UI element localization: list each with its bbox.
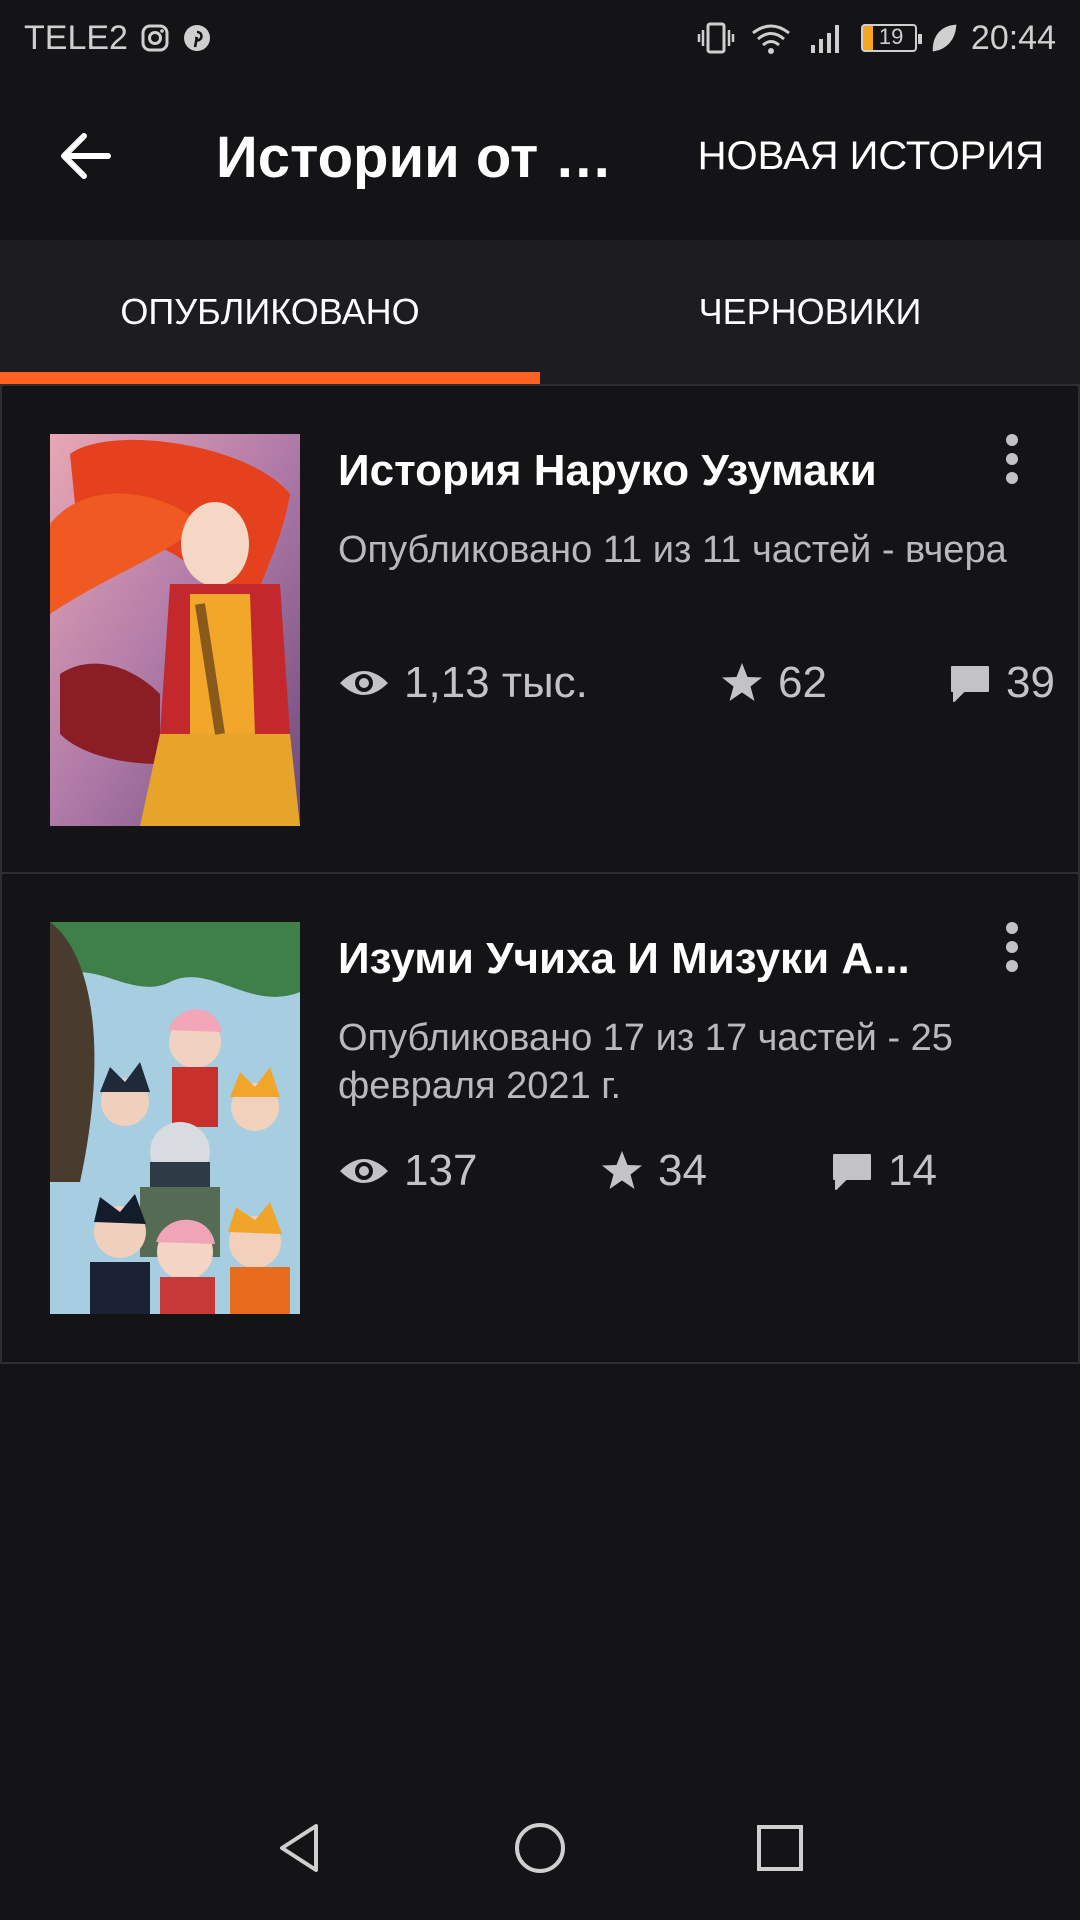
nav-back-button[interactable] xyxy=(270,1818,330,1883)
wifi-icon xyxy=(749,21,793,55)
leaf-icon xyxy=(931,23,957,53)
views-stat: 137 xyxy=(338,1146,477,1196)
system-nav-bar xyxy=(0,1780,1080,1920)
story-publish-info: Опубликовано 17 из 17 частей - 25 феврал… xyxy=(338,1017,953,1107)
page-title: Истории от t... xyxy=(216,125,616,190)
story-stats: 137 34 14 xyxy=(338,1146,1058,1206)
more-vertical-icon xyxy=(1006,434,1018,484)
votes-stat: 34 xyxy=(600,1146,707,1196)
new-story-button[interactable]: НОВАЯ ИСТОРИЯ xyxy=(698,134,1044,179)
app-bar: Истории от t... НОВАЯ ИСТОРИЯ xyxy=(0,76,1080,236)
story-cover-image[interactable] xyxy=(50,434,300,826)
comments-stat: 39 xyxy=(948,658,1055,708)
views-stat: 1,13 тыс. xyxy=(338,658,588,708)
signal-icon xyxy=(807,21,847,55)
star-icon xyxy=(602,1151,642,1189)
comment-icon xyxy=(833,1154,871,1190)
star-icon xyxy=(722,663,762,701)
eye-icon xyxy=(340,1159,388,1183)
tab-bar: ОПУБЛИКОВАНО ЧЕРНОВИКИ xyxy=(0,240,1080,384)
nav-home-button[interactable] xyxy=(510,1818,570,1883)
story-title[interactable]: Изуми Учиха И Мизуки А... xyxy=(338,934,958,984)
comments-count: 14 xyxy=(888,1146,937,1195)
more-options-button[interactable] xyxy=(1000,430,1024,490)
story-list: История Наруко Узумаки Опубликовано 11 и… xyxy=(0,384,1080,1364)
instagram-icon xyxy=(140,23,170,53)
story-card[interactable]: Изуми Учиха И Мизуки А... Опубликовано 1… xyxy=(0,874,1080,1364)
votes-count: 62 xyxy=(778,658,827,707)
circle-home-icon xyxy=(515,1822,565,1873)
story-publish-info: Опубликовано 11 из 11 частей - вчера xyxy=(338,529,1007,571)
clock: 20:44 xyxy=(970,18,1056,57)
vibrate-icon xyxy=(697,21,735,55)
views-count: 137 xyxy=(404,1146,478,1195)
tab-published[interactable]: ОПУБЛИКОВАНО xyxy=(0,240,540,384)
back-button[interactable] xyxy=(56,126,116,186)
carrier-label: TELE2 xyxy=(24,18,128,57)
comment-icon xyxy=(951,666,989,702)
story-cover-image[interactable] xyxy=(50,922,300,1314)
status-bar: TELE2 19 20:44 xyxy=(0,0,1080,76)
comments-count: 39 xyxy=(1006,658,1055,707)
comments-stat: 14 xyxy=(830,1146,937,1196)
nav-recents-button[interactable] xyxy=(750,1818,810,1883)
story-stats: 1,13 тыс. 62 39 xyxy=(338,658,1058,718)
battery-level: 19 xyxy=(878,24,904,49)
pinterest-icon xyxy=(182,23,212,53)
eye-icon xyxy=(340,671,388,695)
views-count: 1,13 тыс. xyxy=(404,658,588,707)
more-options-button[interactable] xyxy=(1000,918,1024,978)
battery-icon: 19 xyxy=(860,24,922,52)
arrow-left-icon xyxy=(61,133,111,179)
triangle-back-icon xyxy=(280,1823,318,1872)
square-recents-icon xyxy=(757,1824,803,1871)
votes-count: 34 xyxy=(658,1146,707,1195)
votes-stat: 62 xyxy=(720,658,827,708)
story-title[interactable]: История Наруко Узумаки xyxy=(338,446,958,496)
more-vertical-icon xyxy=(1006,922,1018,972)
story-card[interactable]: История Наруко Узумаки Опубликовано 11 и… xyxy=(0,384,1080,874)
tab-drafts[interactable]: ЧЕРНОВИКИ xyxy=(540,240,1080,384)
